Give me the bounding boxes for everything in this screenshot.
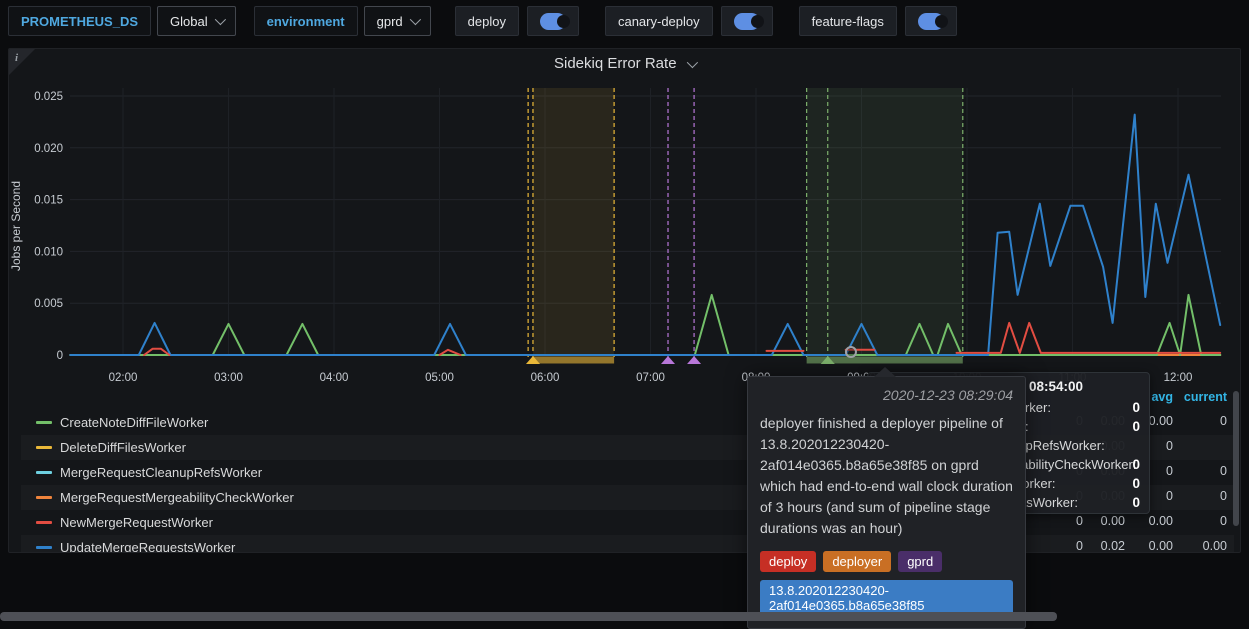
- tooltip-series-value: 0: [1132, 476, 1140, 491]
- tag-deploy: deploy: [760, 551, 816, 572]
- timeseries-chart[interactable]: 0 0.005 0.010 0.015 0.020 0.025 02:00 03:00 04:0…: [0, 0, 1249, 621]
- x-tick-label: 02:00: [109, 372, 138, 384]
- horizontal-scrollbar[interactable]: [0, 612, 1057, 621]
- annotation-timestamp: 2020-12-23 08:29:04: [760, 387, 1013, 403]
- x-tick-label: 03:00: [214, 372, 243, 384]
- y-tick-label: 0.005: [34, 298, 63, 310]
- toggle-label-deploy: deploy: [455, 6, 519, 36]
- annotation-text: deployer finished a deployer pipeline of…: [760, 413, 1013, 539]
- chevron-down-icon: [214, 14, 225, 25]
- annotation-marker-icon[interactable]: [687, 356, 701, 364]
- toggle-pill: [540, 13, 566, 30]
- tag-gprd: gprd: [898, 551, 942, 572]
- hover-point-ring: [846, 347, 856, 357]
- annotation-marker-icon[interactable]: [661, 356, 675, 364]
- annotation-region-bar: [533, 357, 614, 364]
- tag-deployer: deployer: [823, 551, 891, 572]
- annotation-region: [533, 88, 614, 355]
- toggle-knob: [751, 15, 764, 28]
- chevron-down-icon: [409, 14, 420, 25]
- version-tag: 13.8.202012230420-2af014e0365.b8a65e38f8…: [760, 580, 1013, 616]
- tooltip-timestamp: 08:54:00: [1029, 379, 1083, 394]
- tooltip-series-value: 0: [1132, 419, 1140, 434]
- popover-arrow-icon: [874, 367, 896, 377]
- series-lines: [70, 115, 1220, 355]
- x-tick-label: 04:00: [320, 372, 349, 384]
- series-line-CreateNoteDiffFileWorker: [70, 295, 1220, 355]
- y-tick-label: 0.025: [34, 91, 63, 103]
- toggle-label-feature-flags: feature-flags: [799, 6, 897, 36]
- y-tick-label: 0.020: [34, 143, 63, 155]
- tooltip-series-value: 0: [1132, 457, 1140, 472]
- dropdown-environment-value[interactable]: gprd: [364, 6, 431, 36]
- y-axis-title: Jobs per Second: [9, 181, 23, 271]
- dashboard-toolbar: PROMETHEUS_DS Global environment gprd deploy…: [8, 6, 957, 36]
- annotation-tags: deploy deployer gprd: [760, 551, 1013, 572]
- tooltip-series-value: 0: [1132, 495, 1140, 510]
- x-tick-label: 05:00: [425, 372, 454, 384]
- toggle-knob: [935, 15, 948, 28]
- dropdown-global-label: Global: [170, 14, 208, 29]
- variable-datasource[interactable]: PROMETHEUS_DS: [8, 6, 151, 36]
- variable-environment-label[interactable]: environment: [254, 6, 358, 36]
- tooltip-series-value: 0: [1132, 400, 1140, 415]
- y-tick-label: 0.015: [34, 195, 63, 207]
- x-tick-label: 12:00: [1164, 372, 1193, 384]
- toggle-label-canary-deploy: canary-deploy: [605, 6, 713, 36]
- toggle-deploy[interactable]: [527, 6, 579, 36]
- y-tick-label: 0: [57, 350, 63, 362]
- x-tick-label: 07:00: [636, 372, 665, 384]
- toggle-pill: [734, 13, 760, 30]
- dropdown-environment-value-label: gprd: [377, 14, 403, 29]
- toggle-feature-flags[interactable]: [905, 6, 957, 36]
- annotation-region: [807, 88, 963, 355]
- series-line-UpdateMergeRequestsWorker: [70, 115, 1220, 355]
- toggle-canary-deploy[interactable]: [721, 6, 773, 36]
- toggle-knob: [557, 15, 570, 28]
- y-tick-label: 0.010: [34, 246, 63, 258]
- dropdown-global[interactable]: Global: [157, 6, 236, 36]
- annotation-popover: 2020-12-23 08:29:04 deployer finished a …: [747, 376, 1026, 629]
- x-tick-label: 06:00: [531, 372, 560, 384]
- toggle-pill: [918, 13, 944, 30]
